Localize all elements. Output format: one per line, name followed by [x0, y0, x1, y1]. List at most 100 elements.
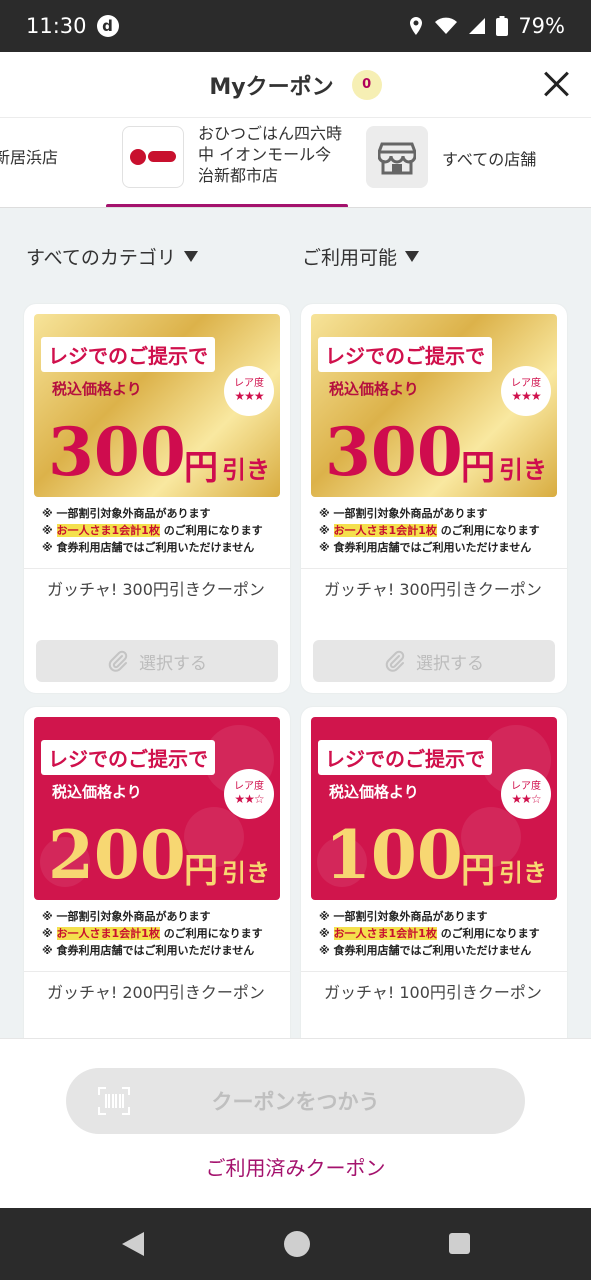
- select-button-label: 選択する: [139, 653, 207, 674]
- status-time: 11:30: [26, 14, 87, 38]
- rarity-stars: ★★☆: [234, 792, 264, 806]
- category-filter-label: すべてのカテゴリ: [26, 247, 176, 269]
- coupon-note-suffix: のご利用になります: [163, 927, 263, 940]
- coupon-title: ガッチャ! 200円引きクーポン: [47, 983, 265, 1002]
- coupon-image: レジでのご提示で 税込価格より レア度 ★★☆ 200 円 引き: [34, 717, 280, 900]
- coupon-banner-label: レジでのご提示で: [318, 337, 492, 372]
- app-header: Myクーポン 0: [0, 52, 591, 118]
- recent-apps-icon[interactable]: [449, 1233, 470, 1254]
- coupon-note-highlight: お一人さま1会計1枚: [56, 927, 160, 940]
- coupon-price-discount: 引き: [499, 456, 547, 484]
- rarity-badge: レア度 ★★★: [501, 366, 551, 416]
- rarity-label: レア度: [511, 781, 541, 792]
- select-button[interactable]: 選択する: [36, 640, 278, 682]
- store-tab-active[interactable]: おひつごはん四六時中 イオンモール今治新都市店: [106, 118, 348, 207]
- coupon-price: 200: [48, 816, 186, 894]
- coupon-image: レジでのご提示で 税込価格より レア度 ★★★ 300 円 引き: [34, 314, 280, 497]
- battery-icon: [496, 16, 509, 36]
- rarity-label: レア度: [234, 378, 264, 389]
- coupon-tax-text: 税込価格より: [52, 380, 142, 398]
- coupon-notes: ※ 一部割引対象外商品があります ※ お一人さま1会計1枚 のご利用になります …: [319, 908, 559, 959]
- store-tab-all[interactable]: すべての店舗: [366, 126, 591, 196]
- select-button-label: 選択する: [416, 653, 484, 674]
- coupon-note: ※ お一人さま1会計1枚 のご利用になります: [319, 927, 540, 940]
- coupon-note-highlight: お一人さま1会計1枚: [333, 524, 437, 537]
- store-tabs: 新居浜店 おひつごはん四六時中 イオンモール今治新都市店 すべての店舗: [0, 118, 591, 208]
- active-tab-indicator: [106, 204, 348, 207]
- coupon-card[interactable]: レジでのご提示で 税込価格より レア度 ★★★ 300 円 引き ※ 一部割引対…: [24, 304, 290, 693]
- rarity-badge: レア度 ★★☆: [501, 769, 551, 819]
- coupon-price-discount: 引き: [222, 859, 270, 887]
- system-nav-bar: [0, 1208, 591, 1280]
- store-front-icon: [366, 126, 428, 188]
- coupon-note-highlight: お一人さま1会計1枚: [56, 524, 160, 537]
- card-divider: [24, 568, 290, 569]
- coupon-price: 300: [48, 413, 186, 491]
- coupon-price-yen: 円: [184, 851, 218, 891]
- coupon-notes: ※ 一部割引対象外商品があります ※ お一人さま1会計1枚 のご利用になります …: [319, 505, 559, 556]
- category-filter[interactable]: すべてのカテゴリ: [26, 243, 198, 270]
- availability-filter[interactable]: ご利用可能: [302, 243, 420, 270]
- home-icon[interactable]: [284, 1231, 310, 1257]
- coupon-title: ガッチャ! 300円引きクーポン: [47, 580, 265, 599]
- coupon-tax-text: 税込価格より: [52, 783, 142, 801]
- signal-icon: [469, 18, 486, 34]
- back-icon[interactable]: [122, 1232, 144, 1256]
- coupon-banner-label: レジでのご提示で: [41, 740, 215, 775]
- coupon-note: ※ 一部割引対象外商品があります: [319, 910, 488, 923]
- store-tab-previous[interactable]: 新居浜店: [0, 144, 58, 168]
- close-button[interactable]: [539, 67, 573, 101]
- coupon-price-yen: 円: [461, 851, 495, 891]
- rarity-label: レア度: [511, 378, 541, 389]
- coupon-title: ガッチャ! 300円引きクーポン: [324, 580, 542, 599]
- coupon-price: 300: [325, 413, 463, 491]
- status-bar: 11:30 d 79%: [0, 0, 591, 52]
- coupon-note: ※ お一人さま1会計1枚 のご利用になります: [42, 524, 263, 537]
- card-divider: [301, 568, 567, 569]
- coupon-count-badge: 0: [351, 69, 382, 100]
- rarity-stars: ★★★: [511, 389, 541, 403]
- store-tab-previous-label: 新居浜店: [0, 148, 59, 167]
- coupon-price-discount: 引き: [222, 456, 270, 484]
- coupon-notes: ※ 一部割引対象外商品があります ※ お一人さま1会計1枚 のご利用になります …: [42, 505, 282, 556]
- coupon-tax-text: 税込価格より: [329, 380, 419, 398]
- coupon-note: ※ 一部割引対象外商品があります: [42, 910, 211, 923]
- chevron-down-icon: [183, 251, 198, 262]
- paperclip-icon: [385, 650, 405, 672]
- coupon-note: ※ 食券利用店舗ではご利用いただけません: [42, 541, 255, 554]
- coupon-banner-label: レジでのご提示で: [41, 337, 215, 372]
- coupon-note: ※ お一人さま1会計1枚 のご利用になります: [319, 524, 540, 537]
- location-icon: [410, 17, 423, 35]
- battery-percent: 79%: [518, 14, 565, 38]
- coupon-card[interactable]: レジでのご提示で 税込価格より レア度 ★★☆ 100 円 引き ※ 一部割引対…: [301, 707, 567, 1067]
- use-coupon-button-label: クーポンをつかう: [211, 1090, 380, 1114]
- coupon-tax-text: 税込価格より: [329, 783, 419, 801]
- select-button[interactable]: 選択する: [313, 640, 555, 682]
- card-divider: [24, 971, 290, 972]
- used-coupons-link[interactable]: ご利用済みクーポン: [0, 1152, 591, 1181]
- coupon-card[interactable]: レジでのご提示で 税込価格より レア度 ★★★ 300 円 引き ※ 一部割引対…: [301, 304, 567, 693]
- coupon-note-highlight: お一人さま1会計1枚: [333, 927, 437, 940]
- coupon-image: レジでのご提示で 税込価格より レア度 ★★☆ 100 円 引き: [311, 717, 557, 900]
- coupon-note: ※ 一部割引対象外商品があります: [319, 507, 488, 520]
- coupon-price-discount: 引き: [499, 859, 547, 887]
- coupon-note: ※ 一部割引対象外商品があります: [42, 507, 211, 520]
- coupon-image: レジでのご提示で 税込価格より レア度 ★★★ 300 円 引き: [311, 314, 557, 497]
- coupon-note: ※ 食券利用店舗ではご利用いただけません: [319, 541, 532, 554]
- coupon-note: ※ 食券利用店舗ではご利用いただけません: [319, 944, 532, 957]
- coupon-note-suffix: のご利用になります: [440, 927, 540, 940]
- coupon-note-suffix: のご利用になります: [163, 524, 263, 537]
- coupon-price: 100: [325, 816, 463, 894]
- coupon-price-yen: 円: [461, 448, 495, 488]
- coupon-banner-label: レジでのご提示で: [318, 740, 492, 775]
- rarity-stars: ★★★: [234, 389, 264, 403]
- rarity-badge: レア度 ★★★: [224, 366, 274, 416]
- use-coupon-button[interactable]: クーポンをつかう: [66, 1068, 525, 1134]
- coupon-card[interactable]: レジでのご提示で 税込価格より レア度 ★★☆ 200 円 引き ※ 一部割引対…: [24, 707, 290, 1067]
- coupon-note-suffix: のご利用になります: [440, 524, 540, 537]
- barcode-scan-icon: [98, 1087, 130, 1115]
- availability-filter-label: ご利用可能: [302, 247, 398, 269]
- coupon-note: ※ お一人さま1会計1枚 のご利用になります: [42, 927, 263, 940]
- coupon-note: ※ 食券利用店舗ではご利用いただけません: [42, 944, 255, 957]
- rarity-stars: ★★☆: [511, 792, 541, 806]
